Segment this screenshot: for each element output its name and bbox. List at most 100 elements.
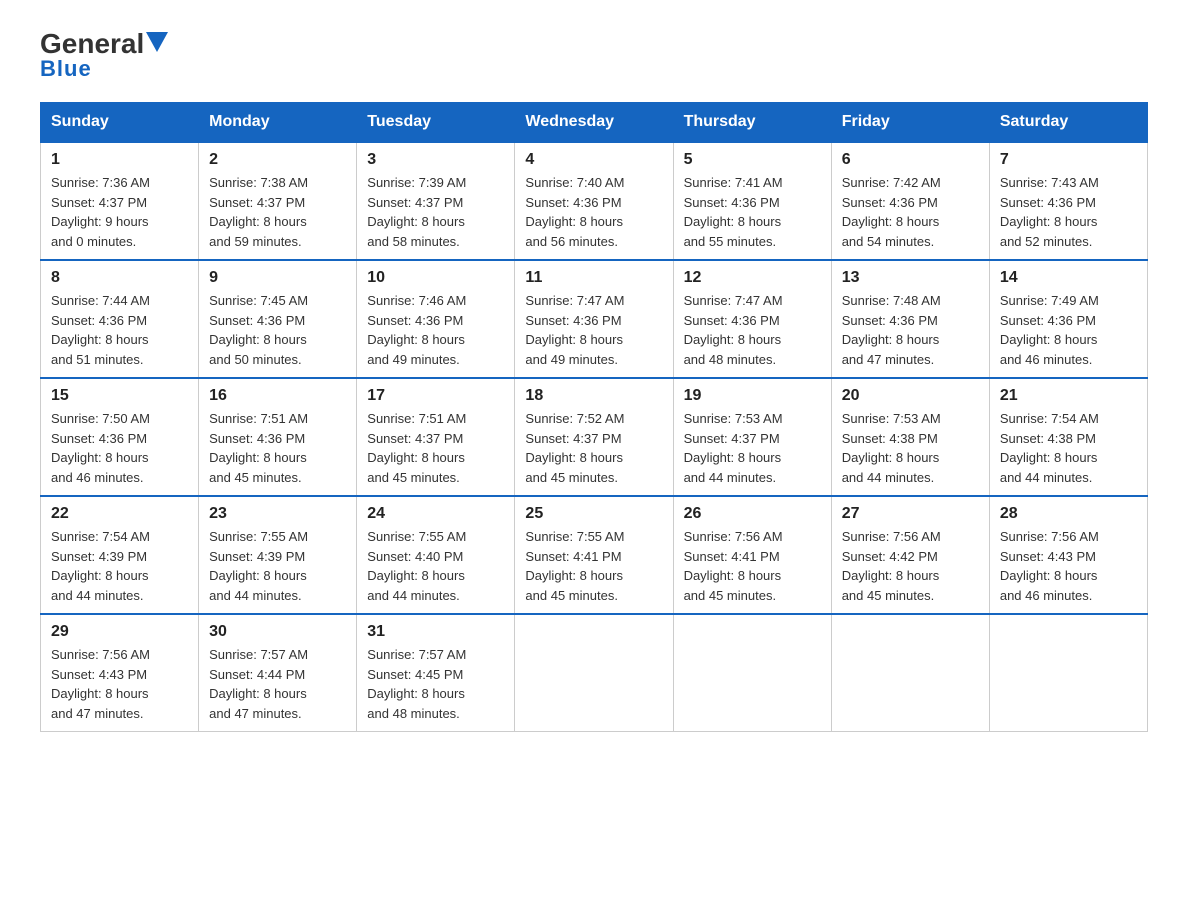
calendar-cell: 3 Sunrise: 7:39 AMSunset: 4:37 PMDayligh… — [357, 142, 515, 260]
calendar-cell: 7 Sunrise: 7:43 AMSunset: 4:36 PMDayligh… — [989, 142, 1147, 260]
calendar-cell: 9 Sunrise: 7:45 AMSunset: 4:36 PMDayligh… — [199, 260, 357, 378]
calendar-week-4: 22 Sunrise: 7:54 AMSunset: 4:39 PMDaylig… — [41, 496, 1148, 614]
calendar-cell — [515, 614, 673, 732]
day-number: 15 — [51, 387, 188, 405]
day-info: Sunrise: 7:57 AMSunset: 4:44 PMDaylight:… — [209, 647, 308, 721]
day-info: Sunrise: 7:56 AMSunset: 4:43 PMDaylight:… — [1000, 529, 1099, 603]
column-header-tuesday: Tuesday — [357, 103, 515, 143]
day-info: Sunrise: 7:56 AMSunset: 4:41 PMDaylight:… — [684, 529, 783, 603]
calendar-header-row: SundayMondayTuesdayWednesdayThursdayFrid… — [41, 103, 1148, 143]
day-info: Sunrise: 7:42 AMSunset: 4:36 PMDaylight:… — [842, 175, 941, 249]
calendar-cell: 26 Sunrise: 7:56 AMSunset: 4:41 PMDaylig… — [673, 496, 831, 614]
day-number: 14 — [1000, 269, 1137, 287]
day-info: Sunrise: 7:57 AMSunset: 4:45 PMDaylight:… — [367, 647, 466, 721]
calendar-cell: 21 Sunrise: 7:54 AMSunset: 4:38 PMDaylig… — [989, 378, 1147, 496]
day-number: 1 — [51, 151, 188, 169]
calendar-week-2: 8 Sunrise: 7:44 AMSunset: 4:36 PMDayligh… — [41, 260, 1148, 378]
day-number: 28 — [1000, 505, 1137, 523]
day-number: 23 — [209, 505, 346, 523]
day-number: 8 — [51, 269, 188, 287]
day-info: Sunrise: 7:38 AMSunset: 4:37 PMDaylight:… — [209, 175, 308, 249]
day-info: Sunrise: 7:51 AMSunset: 4:37 PMDaylight:… — [367, 411, 466, 485]
day-number: 3 — [367, 151, 504, 169]
column-header-saturday: Saturday — [989, 103, 1147, 143]
day-number: 11 — [525, 269, 662, 287]
calendar-cell: 2 Sunrise: 7:38 AMSunset: 4:37 PMDayligh… — [199, 142, 357, 260]
calendar-cell: 23 Sunrise: 7:55 AMSunset: 4:39 PMDaylig… — [199, 496, 357, 614]
calendar-week-5: 29 Sunrise: 7:56 AMSunset: 4:43 PMDaylig… — [41, 614, 1148, 732]
calendar-cell: 16 Sunrise: 7:51 AMSunset: 4:36 PMDaylig… — [199, 378, 357, 496]
column-header-thursday: Thursday — [673, 103, 831, 143]
day-number: 16 — [209, 387, 346, 405]
day-info: Sunrise: 7:47 AMSunset: 4:36 PMDaylight:… — [525, 293, 624, 367]
calendar-cell: 6 Sunrise: 7:42 AMSunset: 4:36 PMDayligh… — [831, 142, 989, 260]
day-number: 27 — [842, 505, 979, 523]
calendar-cell: 11 Sunrise: 7:47 AMSunset: 4:36 PMDaylig… — [515, 260, 673, 378]
logo-general: General — [40, 30, 144, 58]
day-info: Sunrise: 7:41 AMSunset: 4:36 PMDaylight:… — [684, 175, 783, 249]
day-number: 9 — [209, 269, 346, 287]
day-info: Sunrise: 7:50 AMSunset: 4:36 PMDaylight:… — [51, 411, 150, 485]
day-number: 6 — [842, 151, 979, 169]
day-number: 22 — [51, 505, 188, 523]
calendar-cell: 12 Sunrise: 7:47 AMSunset: 4:36 PMDaylig… — [673, 260, 831, 378]
calendar-cell — [831, 614, 989, 732]
day-number: 29 — [51, 623, 188, 641]
calendar-cell: 14 Sunrise: 7:49 AMSunset: 4:36 PMDaylig… — [989, 260, 1147, 378]
calendar-cell: 22 Sunrise: 7:54 AMSunset: 4:39 PMDaylig… — [41, 496, 199, 614]
day-info: Sunrise: 7:48 AMSunset: 4:36 PMDaylight:… — [842, 293, 941, 367]
day-number: 18 — [525, 387, 662, 405]
day-info: Sunrise: 7:55 AMSunset: 4:40 PMDaylight:… — [367, 529, 466, 603]
day-info: Sunrise: 7:54 AMSunset: 4:39 PMDaylight:… — [51, 529, 150, 603]
day-info: Sunrise: 7:51 AMSunset: 4:36 PMDaylight:… — [209, 411, 308, 485]
day-number: 30 — [209, 623, 346, 641]
day-info: Sunrise: 7:40 AMSunset: 4:36 PMDaylight:… — [525, 175, 624, 249]
calendar-cell: 25 Sunrise: 7:55 AMSunset: 4:41 PMDaylig… — [515, 496, 673, 614]
day-info: Sunrise: 7:46 AMSunset: 4:36 PMDaylight:… — [367, 293, 466, 367]
calendar-body: 1 Sunrise: 7:36 AMSunset: 4:37 PMDayligh… — [41, 142, 1148, 732]
calendar-cell: 17 Sunrise: 7:51 AMSunset: 4:37 PMDaylig… — [357, 378, 515, 496]
day-number: 4 — [525, 151, 662, 169]
day-info: Sunrise: 7:56 AMSunset: 4:43 PMDaylight:… — [51, 647, 150, 721]
day-number: 13 — [842, 269, 979, 287]
calendar-week-3: 15 Sunrise: 7:50 AMSunset: 4:36 PMDaylig… — [41, 378, 1148, 496]
day-info: Sunrise: 7:55 AMSunset: 4:39 PMDaylight:… — [209, 529, 308, 603]
calendar-cell: 13 Sunrise: 7:48 AMSunset: 4:36 PMDaylig… — [831, 260, 989, 378]
calendar-cell: 31 Sunrise: 7:57 AMSunset: 4:45 PMDaylig… — [357, 614, 515, 732]
calendar-cell — [673, 614, 831, 732]
calendar-cell: 28 Sunrise: 7:56 AMSunset: 4:43 PMDaylig… — [989, 496, 1147, 614]
logo-blue: Blue — [40, 56, 92, 82]
day-number: 31 — [367, 623, 504, 641]
calendar-cell: 20 Sunrise: 7:53 AMSunset: 4:38 PMDaylig… — [831, 378, 989, 496]
calendar-cell: 10 Sunrise: 7:46 AMSunset: 4:36 PMDaylig… — [357, 260, 515, 378]
day-info: Sunrise: 7:54 AMSunset: 4:38 PMDaylight:… — [1000, 411, 1099, 485]
column-header-wednesday: Wednesday — [515, 103, 673, 143]
day-info: Sunrise: 7:47 AMSunset: 4:36 PMDaylight:… — [684, 293, 783, 367]
calendar-cell: 24 Sunrise: 7:55 AMSunset: 4:40 PMDaylig… — [357, 496, 515, 614]
day-info: Sunrise: 7:55 AMSunset: 4:41 PMDaylight:… — [525, 529, 624, 603]
column-header-monday: Monday — [199, 103, 357, 143]
day-number: 2 — [209, 151, 346, 169]
calendar-cell: 5 Sunrise: 7:41 AMSunset: 4:36 PMDayligh… — [673, 142, 831, 260]
column-header-sunday: Sunday — [41, 103, 199, 143]
day-number: 20 — [842, 387, 979, 405]
day-number: 24 — [367, 505, 504, 523]
day-info: Sunrise: 7:53 AMSunset: 4:37 PMDaylight:… — [684, 411, 783, 485]
day-number: 25 — [525, 505, 662, 523]
day-info: Sunrise: 7:36 AMSunset: 4:37 PMDaylight:… — [51, 175, 150, 249]
day-info: Sunrise: 7:43 AMSunset: 4:36 PMDaylight:… — [1000, 175, 1099, 249]
day-number: 21 — [1000, 387, 1137, 405]
logo-arrow-icon — [146, 32, 168, 52]
day-number: 19 — [684, 387, 821, 405]
day-info: Sunrise: 7:53 AMSunset: 4:38 PMDaylight:… — [842, 411, 941, 485]
calendar-cell: 30 Sunrise: 7:57 AMSunset: 4:44 PMDaylig… — [199, 614, 357, 732]
calendar-cell: 27 Sunrise: 7:56 AMSunset: 4:42 PMDaylig… — [831, 496, 989, 614]
calendar-cell: 18 Sunrise: 7:52 AMSunset: 4:37 PMDaylig… — [515, 378, 673, 496]
day-number: 5 — [684, 151, 821, 169]
calendar-cell: 19 Sunrise: 7:53 AMSunset: 4:37 PMDaylig… — [673, 378, 831, 496]
calendar-cell: 15 Sunrise: 7:50 AMSunset: 4:36 PMDaylig… — [41, 378, 199, 496]
calendar-week-1: 1 Sunrise: 7:36 AMSunset: 4:37 PMDayligh… — [41, 142, 1148, 260]
day-number: 12 — [684, 269, 821, 287]
day-info: Sunrise: 7:49 AMSunset: 4:36 PMDaylight:… — [1000, 293, 1099, 367]
day-info: Sunrise: 7:45 AMSunset: 4:36 PMDaylight:… — [209, 293, 308, 367]
